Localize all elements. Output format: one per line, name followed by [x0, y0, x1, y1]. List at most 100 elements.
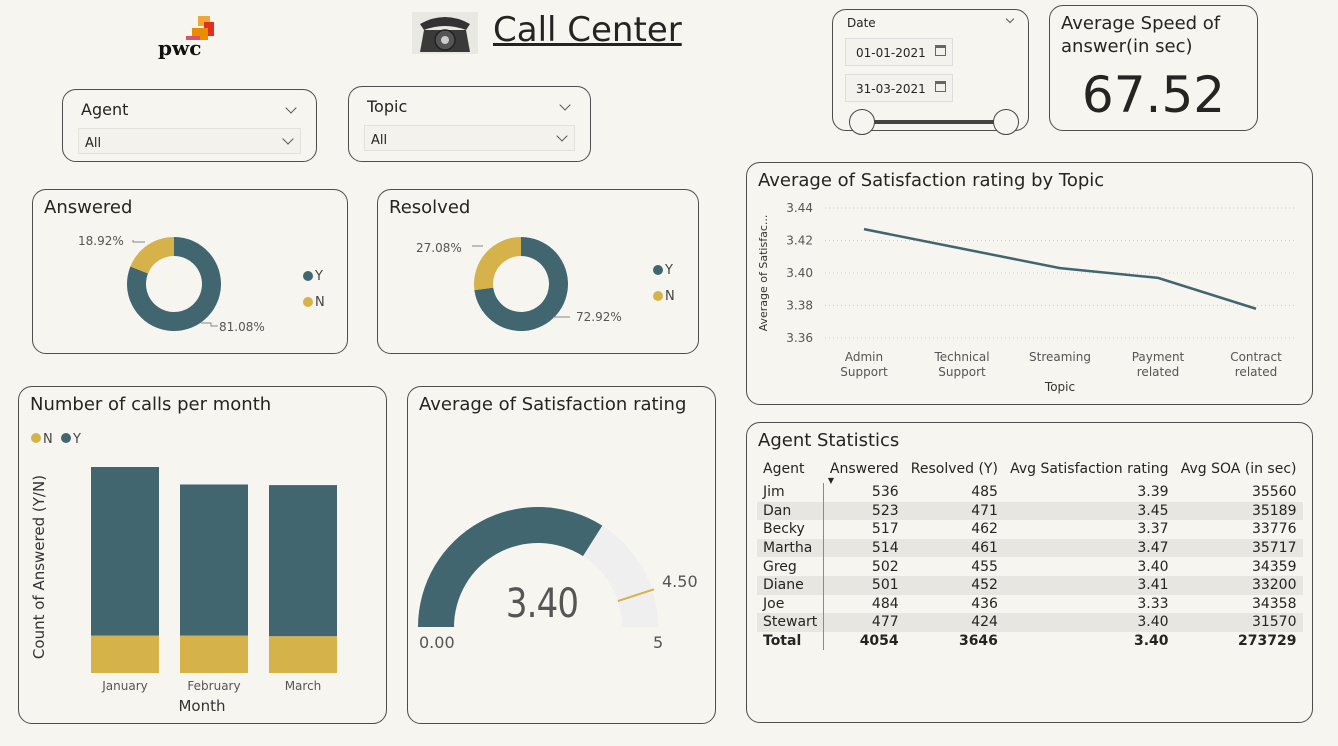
bar-y-february	[180, 484, 248, 636]
calls-bar-chart: N Y January February March Month Count of Answ…	[30, 432, 337, 715]
legend-item-n[interactable]: N	[653, 284, 675, 310]
agent-name-cell: Jim	[757, 483, 825, 502]
agent-name-cell: Joe	[757, 594, 825, 614]
pwc-logo: pwc	[158, 14, 224, 62]
column-header-avg-soa[interactable]: Avg SOA (in sec)	[1175, 455, 1303, 483]
x-tick-label: Admin Support	[840, 350, 888, 379]
gauge-target: 4.50	[662, 572, 698, 591]
resolved-card: Resolved 27.08% 72.92% Y N	[377, 189, 699, 354]
table-row[interactable]: Diane 501 452 3.41 33200	[757, 575, 1303, 595]
legend-dot-y	[61, 433, 71, 443]
answered-count-cell: 484	[871, 595, 899, 612]
x-tick-label: Payment related	[1132, 350, 1185, 379]
y-tick-label: 3.42	[786, 234, 813, 248]
answered-pct-n-label: 18.92%	[78, 234, 124, 248]
x-tick-label: February	[187, 679, 240, 693]
legend-item-y[interactable]: Y	[303, 264, 325, 290]
avg-satisfaction-cell: 3.37	[1137, 521, 1169, 538]
answered-count-cell: 501	[823, 575, 905, 595]
sort-desc-icon: ▼	[827, 476, 834, 485]
avg-satisfaction-cell: 3.45	[1003, 501, 1175, 521]
legend-dot-n	[31, 433, 41, 443]
y-tick-label: 3.44	[786, 201, 813, 215]
start-date-input[interactable]: 01-01-2021	[845, 38, 953, 66]
resolved-donut	[472, 237, 570, 331]
answered-count-cell: 536	[871, 484, 899, 501]
series-line	[863, 227, 1257, 310]
table-row[interactable]: Dan 523 471 3.45 35189	[757, 501, 1303, 521]
agent-name-cell: Stewart	[757, 613, 825, 632]
date-slicer-label: Date	[847, 16, 876, 30]
avg-satisfaction-cell: 3.41	[1003, 575, 1175, 595]
resolved-count-cell: 424	[904, 613, 1004, 632]
agent-slicer-label: Agent	[81, 100, 129, 119]
chevron-down-icon[interactable]	[285, 102, 297, 114]
calendar-icon[interactable]	[935, 81, 946, 92]
table-row[interactable]: Greg 502 455 3.40 34359	[757, 557, 1303, 576]
table-header-row: Agent Answered ▼ Resolved (Y) Avg Satisfa…	[757, 455, 1303, 485]
page-title: Call Center	[493, 10, 682, 50]
calls-per-month-card: Number of calls per month N Y January Febru…	[18, 386, 387, 724]
column-header-avg-satisfaction[interactable]: Avg Satisfaction rating	[1004, 455, 1175, 483]
bar-n-january	[91, 635, 159, 673]
legend-item-y[interactable]: Y	[653, 258, 675, 284]
chevron-down-icon[interactable]	[1005, 14, 1015, 24]
agent-dropdown-value: All	[85, 136, 102, 151]
resolved-count-cell: 461	[904, 538, 1004, 558]
agent-dropdown[interactable]: All	[78, 128, 301, 154]
column-header-agent[interactable]: Agent	[757, 455, 824, 483]
column-header-resolved[interactable]: Resolved (Y)	[905, 455, 1004, 483]
avg-soa-cell: 35717	[1174, 538, 1303, 558]
resolved-count-cell: 452	[904, 575, 1004, 595]
resolved-legend: Y N	[653, 258, 675, 310]
avg-satisfaction-cell: 3.40	[1137, 558, 1169, 575]
agent-slicer[interactable]: Agent All	[62, 89, 317, 162]
date-slicer[interactable]: Date 01-01-2021 31-03-2021	[832, 9, 1029, 135]
end-date-value: 31-03-2021	[856, 82, 926, 96]
satisfaction-gauge	[418, 507, 658, 627]
chevron-down-icon[interactable]	[556, 130, 568, 142]
x-tick-label: Contract related	[1230, 350, 1282, 379]
answered-count-cell: 502	[871, 558, 899, 575]
date-start-handle[interactable]	[849, 109, 875, 135]
x-tick-label: Technical Support	[933, 350, 989, 379]
y-axis-title: Count of Answered (Y/N)	[30, 475, 48, 659]
bar-y-january	[91, 467, 159, 636]
agent-name-cell: Greg	[757, 557, 825, 576]
chevron-down-icon[interactable]	[282, 133, 294, 145]
resolved-count-cell: 485	[971, 484, 998, 501]
agent-stats-table: Agent Answered ▼ Resolved (Y) Avg Satisfa…	[757, 455, 1303, 651]
topic-dropdown-value: All	[371, 133, 388, 148]
telephone-icon	[410, 12, 480, 54]
agent-name-cell: Dan	[757, 501, 825, 521]
chevron-down-icon[interactable]	[559, 99, 571, 111]
resolved-count-cell: 436	[971, 595, 998, 612]
table-row[interactable]: Stewart 477 424 3.40 31570	[757, 613, 1303, 632]
speed-of-answer-card: Average Speed of answer(in sec) 67.52	[1049, 5, 1258, 131]
end-date-input[interactable]: 31-03-2021	[845, 74, 953, 102]
answered-count-cell: 517	[871, 521, 899, 538]
satisfaction-gauge-card: Average of Satisfaction rating 3.40 0.00…	[407, 386, 716, 724]
topic-dropdown[interactable]: All	[364, 125, 575, 151]
answered-count-cell: 477	[823, 613, 905, 632]
topic-slicer-label: Topic	[367, 97, 408, 116]
legend-item-n[interactable]: N	[303, 290, 325, 316]
topic-line-chart: 3.36 3.38 3.40 3.42 3.44 Admin Support Technica…	[757, 201, 1295, 394]
date-range-track	[861, 120, 1009, 124]
date-end-handle[interactable]	[993, 109, 1019, 135]
agent-stats-title: Agent Statistics	[758, 430, 900, 451]
table-row[interactable]: Becky 517 462 3.37 33776	[757, 520, 1303, 539]
avg-soa-cell: 34359	[1251, 558, 1297, 575]
table-row[interactable]: Martha 514 461 3.47 35717	[757, 538, 1303, 558]
table-row[interactable]: Jim 536 485 3.39 35560	[757, 483, 1303, 502]
avg-soa-cell: 34358	[1251, 595, 1297, 612]
resolved-count-cell: 462	[971, 521, 998, 538]
table-row[interactable]: Joe 484 436 3.33 34358	[757, 594, 1303, 614]
kpi-title: Average Speed of answer(in sec)	[1061, 13, 1221, 57]
x-tick-label: January	[101, 679, 148, 693]
gauge-min: 0.00	[419, 633, 455, 652]
calendar-icon[interactable]	[935, 45, 946, 56]
column-header-answered[interactable]: Answered ▼	[824, 455, 905, 485]
topic-slicer[interactable]: Topic All	[348, 86, 591, 162]
start-date-value: 01-01-2021	[856, 46, 926, 60]
